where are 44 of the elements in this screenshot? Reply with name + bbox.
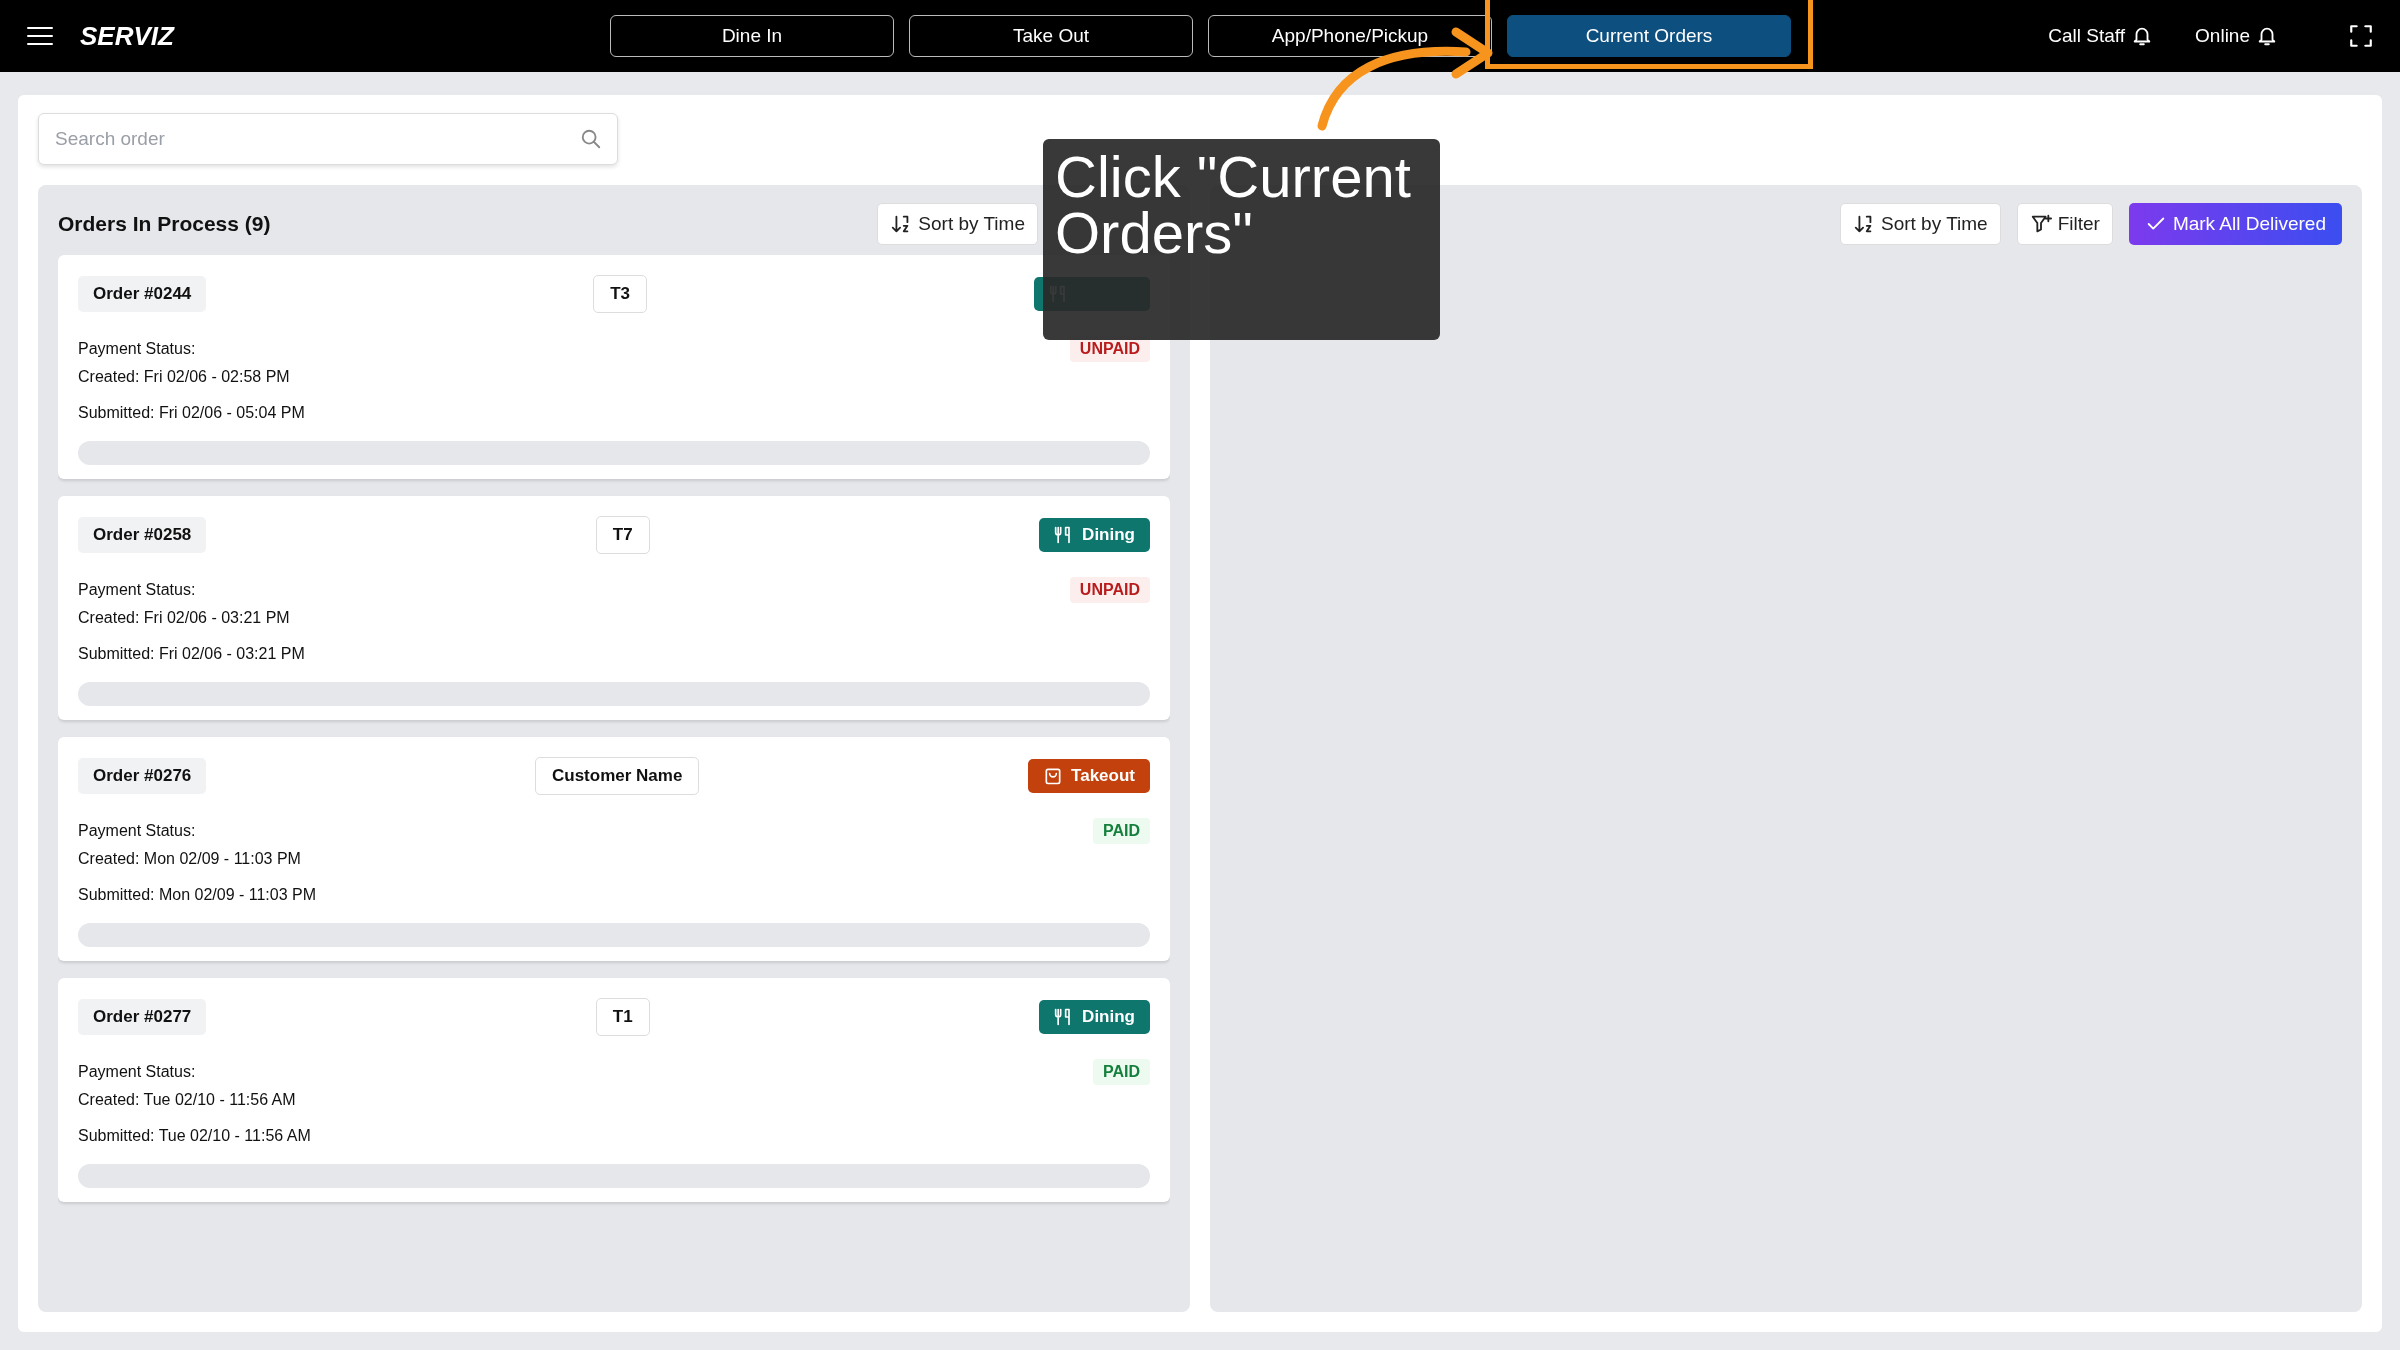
order-number: Order #0258 [78, 517, 207, 553]
order-type-badge: Dining [1039, 1000, 1150, 1034]
payment-label: Payment Status: [78, 339, 196, 359]
brand-logo: SERVIZ [80, 20, 176, 52]
created-time: Created: Tue 02/10 - 11:56 AM [78, 1090, 297, 1110]
created-time: Created: Mon 02/09 - 11:03 PM [78, 849, 302, 869]
payment-label: Payment Status: [78, 1062, 196, 1082]
order-card[interactable]: Order #0258 T7 Dining Payment Status: UNPAID Created: Fri 02/06 - 03:21 PM Submitted: Fri 02/06 - 03:21 PM [58, 496, 1170, 720]
submitted-time: Submitted: Fri 02/06 - 03:21 PM [78, 644, 306, 664]
nav-tab[interactable]: Dine In [610, 15, 894, 57]
sort-button[interactable]: Sort by Time [877, 203, 1038, 245]
payment-status: UNPAID [1069, 577, 1150, 603]
table-tag: Customer Name [535, 757, 700, 795]
payment-status: PAID [1092, 1059, 1150, 1085]
nav-tab[interactable]: Take Out [909, 15, 1193, 57]
created-time: Created: Fri 02/06 - 03:21 PM [78, 608, 291, 628]
mark-delivered-button[interactable]: Mark All Delivered [2128, 203, 2342, 245]
submitted-time: Submitted: Mon 02/09 - 11:03 PM [78, 885, 318, 905]
submitted-time: Submitted: Fri 02/06 - 05:04 PM [78, 403, 306, 423]
payment-label: Payment Status: [78, 580, 196, 600]
status-button[interactable]: Online [2187, 21, 2286, 51]
payment-label: Payment Status: [78, 821, 196, 841]
order-number: Order #0244 [78, 276, 207, 312]
created-time: Created: Fri 02/06 - 02:58 PM [78, 367, 291, 387]
table-tag: T3 [593, 275, 648, 313]
callout-tooltip: Click "Current Orders" [1043, 139, 1440, 340]
sort-button[interactable]: Sort by Time [1840, 203, 2001, 245]
order-type-badge: Takeout [1028, 759, 1150, 793]
order-number: Order #0277 [78, 999, 207, 1035]
filter-button[interactable]: Filter [2016, 203, 2113, 245]
order-card[interactable]: Order #0277 T1 Dining Payment Status: PAID Created: Tue 02/10 - 11:56 AM Submitted: Tue 02/10 - 11:56 AM [58, 978, 1170, 1202]
table-tag: T7 [595, 516, 650, 554]
search-field[interactable]: Search order [38, 113, 618, 165]
order-card[interactable]: Order #0276 Customer Name Takeout Payment Status: PAID Created: Mon 02/09 - 11:03 PM Submitted: Mon 02/09 - 11:03 PM [58, 737, 1170, 961]
payment-status: PAID [1092, 818, 1150, 844]
status-button[interactable]: Call Staff [2040, 21, 2162, 51]
order-card[interactable]: Order #0244 T3 Payment Status: UNPAID Created: Fri 02/06 - 02:58 PM Submitted: Fri 02/06 - 05:04 PM [58, 255, 1170, 479]
nav-tab[interactable]: App/Phone/Pickup [1208, 15, 1492, 57]
order-type-badge: Dining [1039, 518, 1150, 552]
submitted-time: Submitted: Tue 02/10 - 11:56 AM [78, 1126, 312, 1146]
nav-tab[interactable]: Current Orders [1507, 15, 1791, 57]
order-number: Order #0276 [78, 758, 207, 794]
panel-title: Orders In Process (9) [58, 212, 271, 236]
table-tag: T1 [595, 998, 650, 1036]
